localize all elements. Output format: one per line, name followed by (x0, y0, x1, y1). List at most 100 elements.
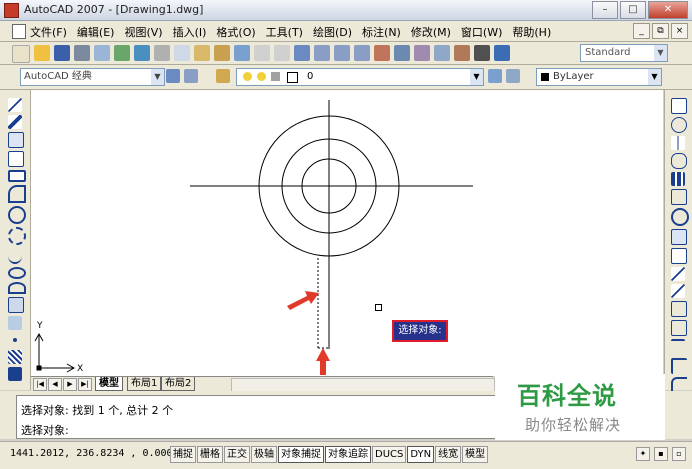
undo-icon[interactable] (254, 45, 270, 61)
command-history[interactable]: 选择对象: 找到 1 个, 总计 2 个 选择对象: (16, 395, 496, 439)
prev-tab-icon[interactable]: ◀ (48, 378, 62, 391)
ellipse-arc-icon[interactable] (8, 282, 26, 294)
paste-icon[interactable] (194, 45, 210, 61)
arc-icon[interactable] (8, 185, 26, 203)
autocad-app-icon[interactable] (4, 3, 19, 18)
erase-icon[interactable] (671, 98, 687, 114)
last-tab-icon[interactable]: ▶| (78, 378, 92, 391)
ortho-toggle[interactable]: 正交 (224, 446, 250, 463)
copy-object-icon[interactable] (671, 117, 687, 133)
doc-restore-button[interactable]: ⧉ (652, 23, 669, 39)
move-icon[interactable] (671, 189, 687, 205)
menu-insert[interactable]: 插入(I) (173, 24, 207, 40)
ducs-toggle[interactable]: DUCS (372, 446, 407, 463)
first-tab-icon[interactable]: |◀ (33, 378, 47, 391)
open-icon[interactable] (34, 45, 50, 61)
zoom-previous-icon[interactable] (354, 45, 370, 61)
layer-select[interactable]: 0 ▼ (236, 68, 484, 86)
model-toggle[interactable]: 模型 (462, 446, 489, 463)
insert-block-icon[interactable] (8, 297, 24, 313)
text-style-select[interactable]: Standard ▼ (580, 44, 668, 62)
calculator-icon[interactable] (474, 45, 490, 61)
tool-palettes-icon[interactable] (414, 45, 430, 61)
block-editor-icon[interactable] (234, 45, 250, 61)
doc-minimize-button[interactable]: _ (633, 23, 650, 39)
extend-icon[interactable] (671, 284, 685, 298)
properties-icon[interactable] (374, 45, 390, 61)
help-icon[interactable] (494, 45, 510, 61)
zoom-window-icon[interactable] (334, 45, 350, 61)
snap-toggle[interactable]: 捕捉 (170, 446, 196, 463)
tab-model[interactable]: 模型 (95, 377, 123, 391)
line-icon[interactable] (8, 98, 22, 112)
workspace-save-icon[interactable] (184, 69, 198, 83)
command-prompt[interactable]: 选择对象: (21, 422, 69, 438)
otrack-toggle[interactable]: 对象追踪 (325, 446, 371, 463)
grid-toggle[interactable]: 栅格 (197, 446, 223, 463)
zoom-realtime-icon[interactable] (314, 45, 330, 61)
comm-center-icon[interactable]: ✦ (636, 447, 650, 461)
menu-dimension[interactable]: 标注(N) (362, 24, 401, 40)
color-select[interactable]: ByLayer ▼ (536, 68, 662, 86)
ellipse-icon[interactable] (8, 267, 26, 279)
mirror-icon[interactable] (671, 136, 685, 150)
spline-icon[interactable] (8, 248, 22, 264)
workspace-select[interactable]: AutoCAD 经典 ▼ (20, 68, 165, 86)
next-tab-icon[interactable]: ▶ (63, 378, 77, 391)
lineweight-toggle[interactable]: 线宽 (435, 446, 462, 463)
horizontal-scrollbar[interactable] (231, 378, 495, 392)
revision-cloud-icon[interactable] (8, 227, 26, 245)
minimize-button[interactable]: – (592, 1, 618, 19)
menu-modify[interactable]: 修改(M) (411, 24, 451, 40)
restore-button[interactable]: □ (620, 1, 646, 19)
new-icon[interactable] (12, 45, 30, 63)
layer-previous-icon[interactable] (506, 69, 520, 83)
workspace-settings-icon[interactable] (166, 69, 180, 83)
cut-icon[interactable] (154, 45, 170, 61)
construction-line-icon[interactable] (8, 115, 22, 129)
menu-draw[interactable]: 绘图(D) (313, 24, 352, 40)
copy-icon[interactable] (174, 45, 190, 61)
make-block-icon[interactable] (8, 316, 22, 330)
make-layer-current-icon[interactable] (488, 69, 502, 83)
polygon-icon[interactable] (8, 151, 24, 167)
drawing-canvas[interactable]: Y X 选择对象: (31, 90, 663, 376)
save-icon[interactable] (54, 45, 70, 61)
pan-icon[interactable] (294, 45, 310, 61)
gradient-icon[interactable] (8, 367, 22, 381)
array-icon[interactable] (671, 172, 685, 186)
rectangle-icon[interactable] (8, 170, 26, 182)
sheet-set-icon[interactable] (434, 45, 450, 61)
dyn-toggle[interactable]: DYN (407, 446, 435, 463)
chamfer-icon[interactable] (671, 358, 687, 374)
menu-help[interactable]: 帮助(H) (512, 24, 551, 40)
stretch-icon[interactable] (671, 248, 687, 264)
menu-edit[interactable]: 编辑(E) (77, 24, 115, 40)
menu-window[interactable]: 窗口(W) (461, 24, 502, 40)
3d-dwf-icon[interactable] (134, 45, 150, 61)
clean-screen-icon[interactable]: ▫ (672, 447, 686, 461)
menu-view[interactable]: 视图(V) (124, 24, 162, 40)
polar-toggle[interactable]: 极轴 (251, 446, 277, 463)
design-center-icon[interactable] (394, 45, 410, 61)
menu-tools[interactable]: 工具(T) (266, 24, 303, 40)
close-button[interactable]: ✕ (648, 1, 688, 19)
break-icon[interactable] (671, 320, 687, 336)
offset-icon[interactable] (671, 153, 687, 169)
polyline-icon[interactable] (8, 132, 24, 148)
break-at-point-icon[interactable] (671, 301, 687, 317)
redo-icon[interactable] (274, 45, 290, 61)
scale-icon[interactable] (671, 229, 687, 245)
publish-icon[interactable] (114, 45, 130, 61)
circle-icon[interactable] (8, 206, 26, 224)
join-icon[interactable] (671, 339, 685, 355)
document-icon[interactable] (12, 24, 26, 39)
print-icon[interactable] (74, 45, 90, 61)
preview-icon[interactable] (94, 45, 110, 61)
menu-file[interactable]: 文件(F) (30, 24, 67, 40)
doc-close-button[interactable]: × (671, 23, 688, 39)
point-icon[interactable] (13, 338, 17, 342)
lock-icon[interactable]: ▪ (654, 447, 668, 461)
coordinate-readout[interactable]: 1441.2012, 236.8234 , 0.0000 (10, 448, 179, 459)
rotate-icon[interactable] (671, 208, 689, 226)
